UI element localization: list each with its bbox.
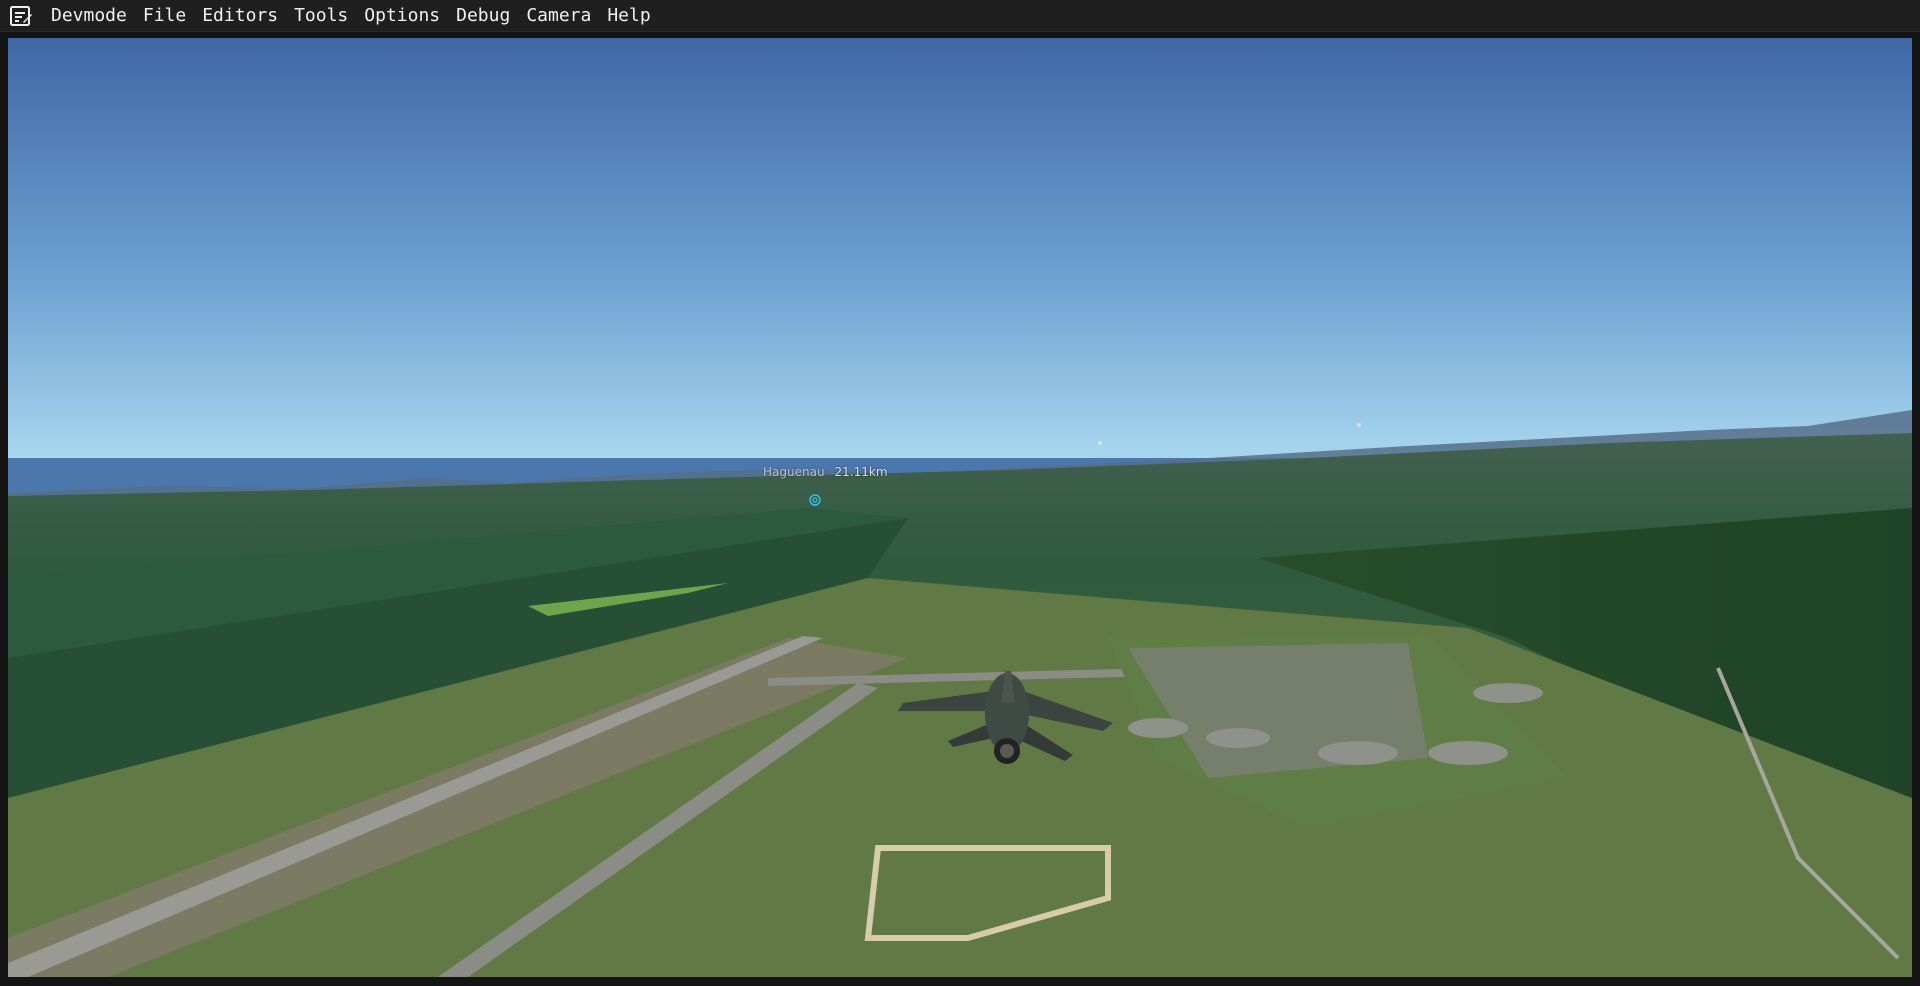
menu-camera[interactable]: Camera <box>518 0 599 32</box>
poi-label: Haguenau 21.11km <box>763 465 888 479</box>
scene-render <box>8 38 1912 977</box>
simulator-viewport[interactable]: Haguenau 21.11km <box>8 38 1912 977</box>
menu-debug[interactable]: Debug <box>448 0 518 32</box>
poi-target-icon[interactable] <box>809 494 821 506</box>
poi-name: Haguenau <box>763 465 825 479</box>
devmode-notepad-icon[interactable] <box>9 4 33 28</box>
poi-distance: 21.11km <box>834 465 888 479</box>
menu-help[interactable]: Help <box>599 0 658 32</box>
menu-devmode[interactable]: Devmode <box>43 0 135 32</box>
poi-dot-icon <box>1357 423 1361 427</box>
menu-file[interactable]: File <box>135 0 194 32</box>
menu-tools[interactable]: Tools <box>286 0 356 32</box>
menu-options[interactable]: Options <box>356 0 448 32</box>
menu-bar: Devmode File Editors Tools Options Debug… <box>0 0 1920 32</box>
poi-dot-icon <box>1098 441 1102 445</box>
menu-editors[interactable]: Editors <box>194 0 286 32</box>
